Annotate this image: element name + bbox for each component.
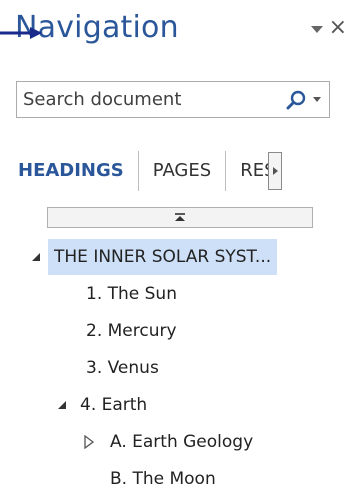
heading-label: A. Earth Geology <box>110 431 254 452</box>
heading-label: 4. Earth <box>80 394 148 415</box>
tab-results[interactable]: RES <box>226 150 268 192</box>
headings-tree: THE INNER SOLAR SYST... 1. The Sun 2. Me… <box>0 238 353 489</box>
heading-label: B. The Moon <box>110 468 216 489</box>
heading-label: 2. Mercury <box>86 320 177 341</box>
search-input[interactable]: Search document <box>16 81 330 118</box>
heading-label: 3. Venus <box>86 357 159 378</box>
tab-headings[interactable]: HEADINGS <box>16 150 138 192</box>
search-options-chevron-down-icon[interactable] <box>313 97 321 102</box>
heading-label: THE INNER SOLAR SYST... <box>48 238 278 275</box>
search-placeholder: Search document <box>23 89 182 110</box>
pane-options-chevron-down-icon[interactable] <box>310 25 323 33</box>
tree-node[interactable]: 4. Earth <box>0 386 353 423</box>
tree-node[interactable]: A. Earth Geology <box>0 423 353 460</box>
tree-node[interactable]: THE INNER SOLAR SYST... <box>0 238 353 275</box>
tree-node[interactable]: 2. Mercury <box>0 312 353 349</box>
tab-bar: HEADINGS PAGES RES <box>16 150 351 192</box>
expanded-triangle-icon[interactable] <box>32 252 40 261</box>
close-icon[interactable]: × <box>329 17 347 39</box>
collapsed-triangle-icon[interactable] <box>84 434 94 449</box>
title-controls: × <box>310 17 347 39</box>
arrow-pointer-icon <box>0 27 42 39</box>
heading-label: 1. The Sun <box>86 283 177 304</box>
scroll-right-icon[interactable] <box>268 152 283 190</box>
navigation-pane: Navigation × Search document HEADINGS PA… <box>0 0 353 489</box>
tree-node[interactable]: B. The Moon <box>0 460 353 489</box>
tab-pages[interactable]: PAGES <box>139 150 225 192</box>
tree-node[interactable]: 3. Venus <box>0 349 353 386</box>
search-icon[interactable] <box>283 87 309 113</box>
expanded-triangle-icon[interactable] <box>58 400 66 409</box>
collapse-all-icon <box>175 212 185 221</box>
tree-node[interactable]: 1. The Sun <box>0 275 353 312</box>
collapse-all-button[interactable] <box>47 207 313 228</box>
